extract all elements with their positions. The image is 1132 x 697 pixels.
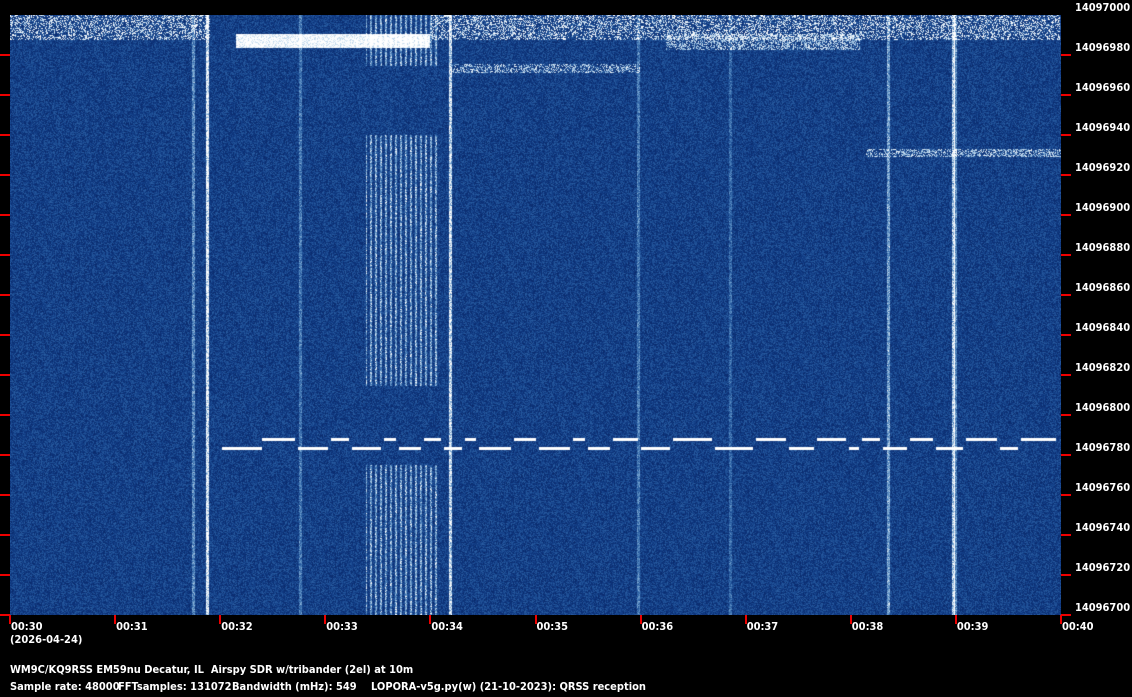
y-tick-mark [1061, 494, 1071, 496]
software-version: LOPORA-v5g.py(w) (21-10-2023): QRSS rece… [371, 680, 646, 693]
y-tick-mark [1061, 134, 1071, 136]
y-tick-mark [1061, 54, 1071, 56]
y-tick-label: 14096740 [1075, 521, 1131, 534]
y-tick-label: 14096980 [1075, 41, 1131, 54]
y-tick-mark [0, 334, 10, 336]
y-tick-mark [1061, 614, 1071, 616]
y-tick-label: 14096900 [1075, 201, 1131, 214]
y-tick-label: 14096940 [1075, 121, 1131, 134]
x-tick-label: 00:33 [326, 620, 358, 633]
y-tick-mark [1061, 374, 1071, 376]
y-tick-label: 14096820 [1075, 361, 1131, 374]
y-tick-mark [0, 294, 10, 296]
y-tick-label: 14096860 [1075, 281, 1131, 294]
y-tick-mark [1061, 94, 1071, 96]
y-tick-mark [1061, 334, 1071, 336]
y-tick-label: 14096700 [1075, 601, 1131, 614]
y-tick-mark [0, 174, 10, 176]
y-tick-mark [1061, 534, 1071, 536]
y-tick-label: 14096920 [1075, 161, 1131, 174]
y-tick-label: 14096760 [1075, 481, 1131, 494]
y-tick-mark [0, 414, 10, 416]
x-tick-label: 00:36 [641, 620, 674, 633]
y-tick-label: 14096960 [1075, 81, 1131, 94]
x-tick-label: 00:37 [746, 620, 779, 633]
y-tick-label: 14096800 [1075, 401, 1131, 414]
station-title: WM9C/KQ9RSS EM59nu Decatur, IL Airspy SD… [10, 663, 414, 676]
y-tick-mark [0, 254, 10, 256]
waterfall-spectrogram [10, 15, 1061, 615]
x-tick-label: 00:34 [431, 620, 463, 633]
y-tick-label: 14096780 [1075, 441, 1131, 454]
y-tick-label: 14096840 [1075, 321, 1131, 334]
y-tick-mark [0, 454, 10, 456]
y-tick-mark [0, 374, 10, 376]
y-tick-mark [0, 214, 10, 216]
y-tick-mark [1061, 214, 1071, 216]
date-label: (2026-04-24) [10, 633, 83, 646]
x-tick-label: 00:35 [536, 620, 569, 633]
bandwidth: Bandwidth (mHz): 549 [232, 680, 357, 693]
x-tick-label: 00:30 [11, 620, 43, 633]
fft-samples: FFTsamples: 131072 [118, 680, 232, 693]
y-tick-mark [0, 494, 10, 496]
y-tick-mark [1061, 574, 1071, 576]
y-tick-mark [0, 534, 10, 536]
sample-rate: Sample rate: 48000 [10, 680, 120, 693]
y-tick-label: 14096880 [1075, 241, 1131, 254]
y-tick-label: 14096720 [1075, 561, 1131, 574]
x-tick-label: 00:32 [221, 620, 253, 633]
y-tick-label: 14097000 [1075, 1, 1131, 14]
y-tick-mark [1061, 174, 1071, 176]
y-tick-mark [0, 574, 10, 576]
x-tick-label: 00:31 [116, 620, 148, 633]
y-tick-mark [0, 134, 10, 136]
x-tick-label: 00:39 [956, 620, 989, 633]
x-tick-label: 00:38 [851, 620, 884, 633]
y-tick-mark [1061, 294, 1071, 296]
x-tick-label: 00:40 [1062, 620, 1094, 633]
y-tick-mark [0, 54, 10, 56]
y-tick-mark [1061, 454, 1071, 456]
y-tick-mark [0, 94, 10, 96]
y-tick-mark [1061, 414, 1071, 416]
y-tick-mark [1061, 254, 1071, 256]
